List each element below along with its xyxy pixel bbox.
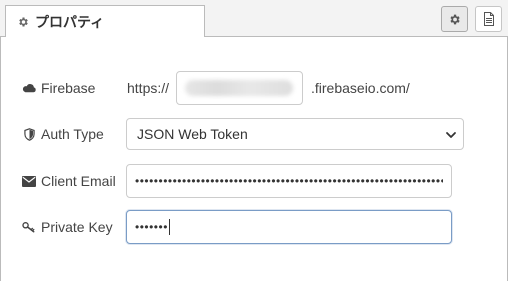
- client-email-row: Client Email •••••••••••••••••••••••••••…: [1, 164, 508, 198]
- key-icon: [21, 220, 37, 234]
- text-cursor: [168, 219, 170, 235]
- description-tab-button[interactable]: [475, 6, 502, 32]
- auth-type-selected: JSON Web Token: [137, 126, 248, 142]
- gear-icon: [448, 13, 461, 26]
- shield-icon: [21, 127, 37, 141]
- private-key-masked-value: •••••••: [135, 220, 168, 234]
- private-key-label: Private Key: [21, 219, 113, 235]
- private-key-row: Private Key •••••••: [1, 210, 508, 244]
- properties-panel: Firebase https:// .firebaseio.com/ Auth …: [0, 37, 508, 281]
- client-email-masked-value: ••••••••••••••••••••••••••••••••••••••••…: [135, 174, 443, 188]
- chevron-down-icon: [445, 128, 457, 140]
- redacted-value: [185, 80, 293, 96]
- tab-bar: プロパティ: [0, 0, 508, 38]
- tab-title: プロパティ: [35, 14, 105, 30]
- client-email-input[interactable]: ••••••••••••••••••••••••••••••••••••••••…: [126, 164, 452, 198]
- private-key-input[interactable]: •••••••: [126, 210, 452, 244]
- cloud-icon: [21, 81, 37, 95]
- firebase-url-suffix: .firebaseio.com/: [311, 80, 410, 96]
- firebase-label: Firebase: [21, 80, 95, 96]
- firebase-row: Firebase https:// .firebaseio.com/: [1, 71, 508, 105]
- auth-type-select[interactable]: JSON Web Token: [126, 118, 464, 150]
- auth-type-row: Auth Type JSON Web Token: [1, 117, 508, 151]
- tab-properties[interactable]: プロパティ: [5, 5, 205, 38]
- envelope-icon: [21, 174, 37, 188]
- client-email-label: Client Email: [21, 173, 116, 189]
- editor-frame: プロパティ Firebase https:// .firebaseio.com/…: [0, 0, 508, 281]
- firebase-host-input[interactable]: [176, 71, 303, 105]
- gear-icon: [16, 15, 30, 29]
- settings-tab-button[interactable]: [441, 6, 468, 32]
- firebase-url-prefix: https://: [127, 80, 170, 96]
- document-icon: [483, 12, 495, 26]
- auth-type-label: Auth Type: [21, 126, 104, 142]
